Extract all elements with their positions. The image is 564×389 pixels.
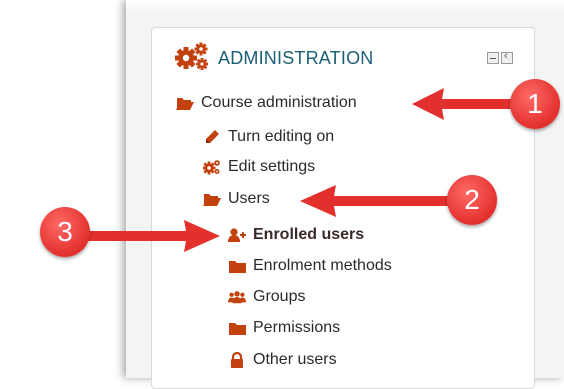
menu-item-edit-settings[interactable]: Edit settings [203, 158, 315, 176]
menu-item-label: Other users [253, 351, 337, 368]
gears-icon [174, 41, 210, 76]
menu-item-turn-editing-on[interactable]: Turn editing on [203, 128, 334, 146]
folder-open-icon [203, 191, 221, 207]
menu-item-label: Enrolled users [253, 226, 365, 243]
minimize-block-icon[interactable] [487, 52, 499, 64]
folder-icon [228, 258, 246, 274]
menu-item-label: Groups [253, 288, 306, 305]
block-title: ADMINISTRATION [218, 47, 374, 68]
callout-badge-2: 2 [447, 175, 497, 225]
menu-item-label: Enrolment methods [253, 257, 392, 274]
block-controls [487, 50, 513, 64]
menu-item-course-administration[interactable]: Course administration [176, 94, 357, 112]
folder-icon [228, 320, 246, 336]
menu-item-enrolled-users[interactable]: Enrolled users [228, 226, 364, 244]
menu-item-other-users[interactable]: Other users [228, 351, 337, 369]
menu-item-groups[interactable]: Groups [228, 288, 305, 306]
menu-item-label: Users [228, 190, 270, 207]
callout-badge-3: 3 [40, 207, 90, 257]
block-header: ADMINISTRATION [174, 40, 373, 76]
callout-badge-1: 1 [510, 79, 560, 129]
dock-block-icon[interactable] [501, 50, 513, 64]
menu-item-enrolment-methods[interactable]: Enrolment methods [228, 257, 392, 275]
callout-arrow-1 [412, 88, 520, 120]
menu-item-label: Permissions [253, 319, 341, 336]
menu-item-permissions[interactable]: Permissions [228, 319, 340, 337]
folder-open-icon [176, 95, 194, 111]
lock-icon [228, 352, 246, 368]
pencil-icon [203, 129, 221, 145]
user-plus-icon [228, 227, 246, 243]
menu-item-label: Edit settings [228, 158, 316, 175]
callout-arrow-3 [88, 220, 220, 252]
menu-item-label: Turn editing on [228, 128, 335, 145]
menu-item-users[interactable]: Users [203, 190, 270, 208]
menu-item-label: Course administration [201, 94, 357, 111]
callout-arrow-2 [300, 185, 454, 217]
gears-icon [203, 159, 221, 175]
users-icon [228, 289, 246, 305]
